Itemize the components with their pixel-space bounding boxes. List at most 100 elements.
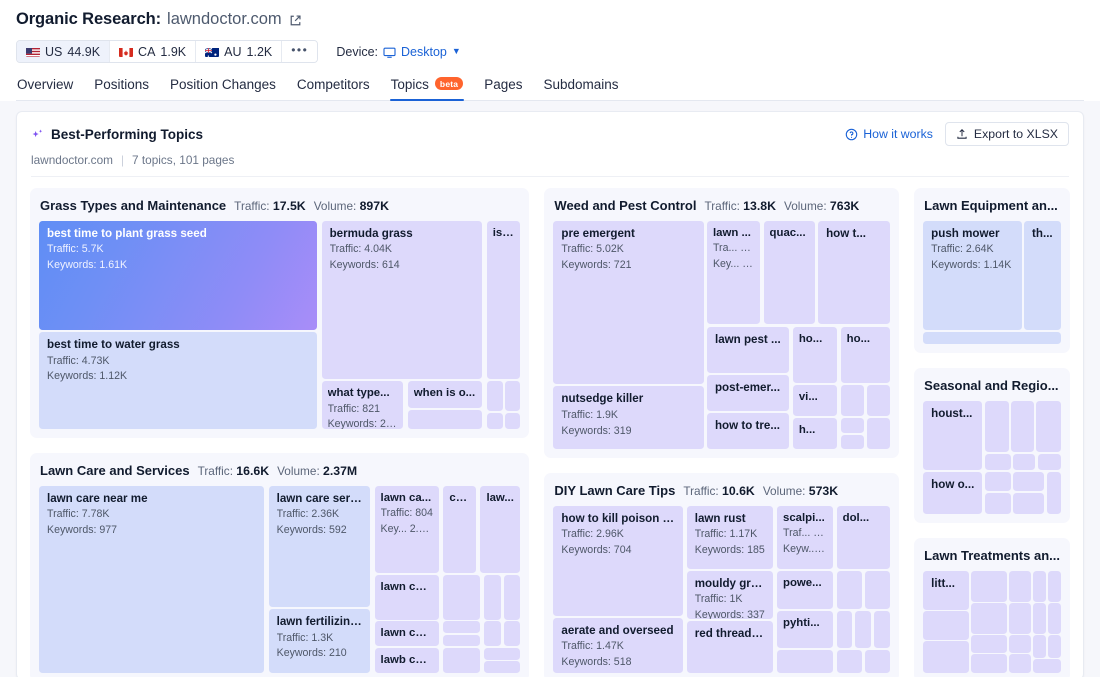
treemap-tile[interactable]: nutsedge killer Traffic: 1.9K Keywords: 31… [553, 386, 704, 449]
treemap-tile[interactable] [1047, 635, 1061, 658]
treemap-tile[interactable] [443, 634, 480, 647]
treemap-tile[interactable]: pyhti... [777, 610, 833, 649]
treemap-tile[interactable]: lawn care near me Traffic: 7.78K Keywords:… [39, 486, 265, 673]
export-to-xlsx-button[interactable]: Export to XLSX [944, 122, 1069, 146]
treemap-tile[interactable] [984, 401, 1009, 452]
treemap-tile[interactable] [984, 453, 1011, 470]
treemap-tile[interactable] [970, 603, 1007, 634]
treemap-tile[interactable] [1008, 571, 1031, 602]
treemap-tile[interactable]: pre emergent Traffic: 5.02K Keywords: 721 [553, 221, 704, 384]
treemap-tile[interactable] [840, 384, 865, 417]
treemap-tile[interactable] [504, 621, 521, 647]
country-chip-ca[interactable]: CA 1.9K [110, 41, 197, 62]
treemap-tile[interactable]: aerate and overseed Traffic: 1.47K Keyword… [553, 617, 684, 673]
tab-topics[interactable]: Topics beta [389, 77, 465, 101]
treemap-tile[interactable] [836, 570, 863, 609]
treemap-tile[interactable]: lawn car... [374, 621, 440, 647]
treemap-tile[interactable] [984, 493, 1011, 514]
treemap-tile[interactable]: lawn ... Tra... 1.14K Key... 394 [706, 221, 761, 325]
treemap-tile[interactable]: scalpi... Traf... 769 Keyw... 94 [777, 506, 833, 569]
treemap-tile[interactable] [970, 635, 1007, 653]
treemap-tile[interactable]: how o... [923, 471, 983, 514]
treemap-tile[interactable]: when is o... [407, 381, 483, 409]
treemap-tile[interactable]: quac... [763, 221, 815, 325]
treemap-tile[interactable] [443, 621, 480, 633]
treemap-tile[interactable]: dol... [836, 506, 891, 569]
treemap-tile[interactable]: law... [480, 486, 521, 574]
country-chip-au[interactable]: AU 1.2K [196, 41, 283, 62]
treemap-tile[interactable] [984, 471, 1011, 492]
treemap-tile[interactable] [1032, 659, 1061, 673]
treemap-tile[interactable] [836, 650, 863, 673]
device-selector[interactable]: Device: Desktop ▼ [336, 45, 460, 59]
treemap-tile[interactable]: how to kill poison ivy Traffic: 2.96K Keyw… [553, 506, 684, 616]
treemap-tile[interactable] [855, 610, 872, 649]
treemap-tile[interactable] [867, 418, 891, 449]
treemap-tile[interactable] [970, 654, 1007, 673]
treemap-tile[interactable] [1032, 603, 1046, 634]
treemap-tile[interactable] [1008, 635, 1031, 653]
treemap-tile[interactable] [505, 412, 521, 429]
external-link-icon[interactable] [289, 14, 302, 27]
treemap-tile[interactable]: mouldy grass Traffic: 1K Keywords: 337 [686, 570, 774, 619]
treemap-tile[interactable] [840, 418, 865, 434]
treemap-tile[interactable] [923, 641, 969, 673]
treemap-tile[interactable]: lawn car... [374, 575, 440, 620]
treemap-tile[interactable] [865, 570, 891, 609]
treemap-tile[interactable] [840, 434, 865, 449]
country-chip-more-button[interactable]: ••• [282, 41, 318, 62]
treemap-tile[interactable]: best time to water grass Traffic: 4.73K Ke… [39, 332, 318, 429]
treemap-tile[interactable] [1046, 471, 1061, 514]
treemap-tile[interactable]: ho... [840, 326, 891, 383]
treemap-tile[interactable]: what type... Traffic: 821 Keywords: 271 [321, 381, 404, 429]
treemap-tile[interactable]: lawn care servi... Traffic: 2.36K Keywords… [268, 486, 370, 608]
treemap-tile[interactable] [407, 410, 483, 429]
treemap-tile[interactable] [1036, 401, 1061, 452]
treemap-tile[interactable]: h... [792, 418, 837, 449]
treemap-tile[interactable] [867, 384, 891, 417]
treemap-tile[interactable] [1012, 493, 1045, 514]
treemap-tile[interactable]: bermuda grass Traffic: 4.04K Keywords: 614 [321, 221, 483, 380]
tab-pages[interactable]: Pages [483, 77, 523, 100]
treemap-tile[interactable] [865, 650, 891, 673]
treemap-tile[interactable]: lawn ca... Traffic: 804 Key... 2.45K [374, 486, 440, 574]
treemap-tile[interactable] [443, 575, 480, 620]
treemap-tile[interactable] [484, 661, 521, 673]
treemap-tile[interactable]: lawn fertilizing ... Traffic: 1.3K Keyword… [268, 609, 370, 673]
treemap-tile[interactable] [1037, 453, 1061, 470]
treemap-tile[interactable]: lawn pest ... [706, 326, 790, 374]
country-chip-us[interactable]: US 44.9K [17, 41, 111, 62]
treemap-tile[interactable]: houst... [923, 401, 983, 470]
treemap-tile[interactable] [874, 610, 891, 649]
treemap-tile[interactable]: powe... [777, 570, 833, 609]
treemap-tile[interactable]: ho... [792, 326, 837, 383]
treemap-tile[interactable] [484, 648, 521, 660]
treemap-tile[interactable] [970, 571, 1007, 602]
treemap-tile[interactable]: how t... [818, 221, 891, 325]
tab-overview[interactable]: Overview [16, 77, 74, 100]
treemap-tile[interactable] [1008, 603, 1031, 634]
treemap-tile[interactable]: post-emer... [706, 375, 790, 411]
treemap-tile[interactable] [504, 575, 521, 620]
treemap-tile[interactable] [1012, 471, 1045, 492]
treemap-tile[interactable] [505, 381, 521, 411]
treemap-tile[interactable] [484, 621, 501, 647]
treemap-tile[interactable] [1047, 603, 1061, 634]
treemap-tile[interactable]: is ... [486, 221, 521, 380]
tab-competitors[interactable]: Competitors [296, 77, 371, 100]
treemap-tile[interactable] [923, 332, 1061, 344]
treemap-tile[interactable] [484, 575, 501, 620]
tab-position-changes[interactable]: Position Changes [169, 77, 277, 100]
treemap-tile[interactable]: best time to plant grass seed Traffic: 5.… [39, 221, 318, 331]
how-it-works-link[interactable]: How it works [845, 127, 933, 141]
treemap-tile[interactable] [1010, 401, 1035, 452]
treemap-tile[interactable] [836, 610, 853, 649]
treemap-tile[interactable] [1047, 571, 1061, 602]
treemap-tile[interactable]: push mower Traffic: 2.64K Keywords: 1.14K [923, 221, 1023, 331]
treemap-tile[interactable]: lawn rust Traffic: 1.17K Keywords: 185 [686, 506, 774, 569]
treemap-tile[interactable] [1032, 635, 1046, 658]
treemap-tile[interactable] [486, 381, 503, 411]
treemap-tile[interactable]: how to tre... [706, 413, 790, 449]
treemap-tile[interactable] [777, 650, 833, 673]
treemap-tile[interactable]: red thread di... [686, 620, 774, 673]
